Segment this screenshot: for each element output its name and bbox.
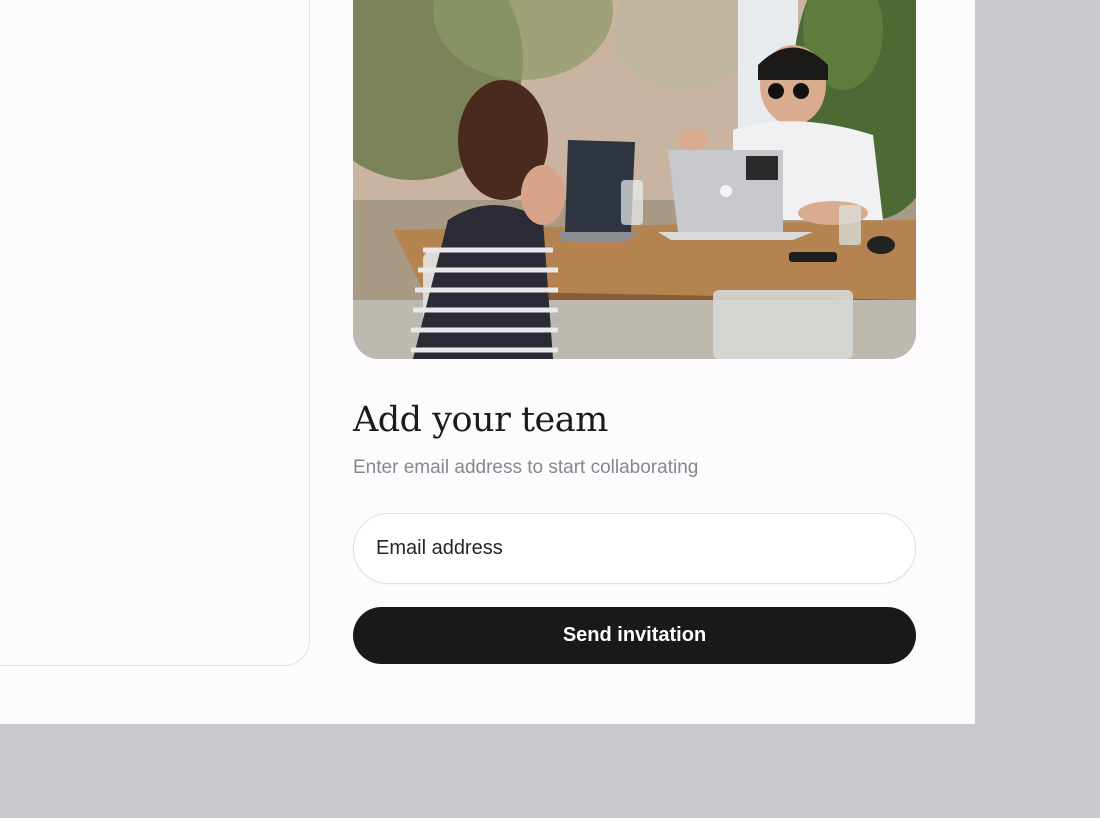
page-title: Add your team — [353, 400, 608, 440]
team-photo — [353, 0, 916, 359]
send-invitation-button[interactable]: Send invitation — [353, 607, 916, 664]
team-photo-illustration — [353, 0, 916, 359]
page-subtitle: Enter email address to start collaborati… — [353, 457, 699, 478]
left-card — [0, 0, 310, 666]
email-field[interactable] — [353, 513, 916, 584]
invite-panel: Add your team Enter email address to sta… — [0, 0, 975, 724]
